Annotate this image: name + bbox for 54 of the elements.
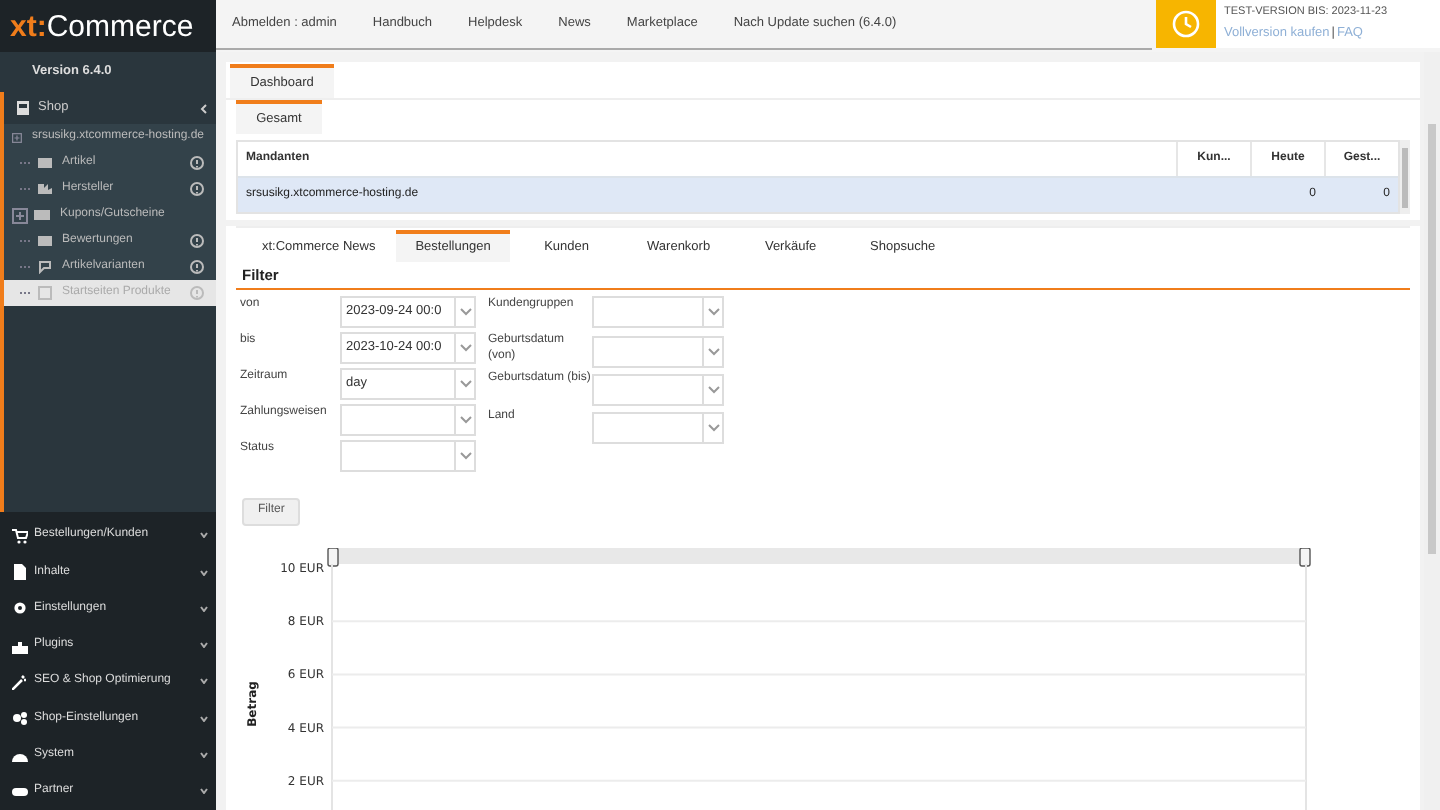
- chevron-down-icon: [200, 605, 208, 612]
- dropdown-field[interactable]: [592, 336, 704, 368]
- clock-icon: [1172, 10, 1200, 38]
- expand-icon[interactable]: [12, 207, 28, 223]
- chevron-down-icon: [200, 642, 208, 649]
- menu-item-icon: [12, 527, 28, 544]
- help-icon[interactable]: [190, 234, 204, 248]
- dropdown-button[interactable]: [456, 332, 476, 364]
- dropdown-button[interactable]: [704, 374, 724, 406]
- dropdown-button[interactable]: [704, 412, 724, 444]
- menu-item-icon: [12, 600, 28, 617]
- shop-icon: [16, 100, 30, 116]
- chevron-down-icon: [200, 678, 208, 685]
- menu-item-icon: [12, 673, 28, 690]
- chevron-down-icon: [200, 569, 208, 576]
- coupon-icon: [34, 208, 50, 222]
- dropdown-button[interactable]: [456, 296, 476, 328]
- dropdown-button[interactable]: [456, 368, 476, 400]
- chevron-down-icon: [707, 386, 719, 394]
- connector-line: [20, 162, 32, 164]
- menu-item-icon: [12, 637, 28, 654]
- expand-icon[interactable]: [12, 129, 22, 145]
- dropdown-field[interactable]: [592, 374, 704, 406]
- chevron-down-icon: [459, 416, 471, 424]
- logo: xt:Commerce: [0, 0, 216, 52]
- dropdown-button[interactable]: [456, 440, 476, 472]
- chevron-down-icon: [459, 380, 471, 388]
- chevron-down-icon: [707, 348, 719, 356]
- chevron-down-icon: [200, 752, 208, 759]
- dropdown-field[interactable]: [340, 404, 456, 436]
- help-icon[interactable]: [190, 156, 204, 170]
- chevron-down-icon: [200, 788, 208, 795]
- connector-line: [20, 188, 32, 190]
- chevron-down-icon: [200, 715, 208, 722]
- chevron-down-icon: [459, 452, 471, 460]
- dropdown-button[interactable]: [456, 404, 476, 436]
- chevron-down-icon: [200, 532, 208, 539]
- chevron-down-icon: [707, 308, 719, 316]
- range-selector[interactable]: [327, 548, 1311, 567]
- connector-line: [20, 266, 32, 268]
- dropdown-field[interactable]: [592, 296, 704, 328]
- dropdown-field[interactable]: [592, 412, 704, 444]
- dropdown-field[interactable]: [340, 440, 456, 472]
- chevron-down-icon: [459, 344, 471, 352]
- menu-item-icon: [12, 564, 28, 581]
- chevron-down-icon: [707, 424, 719, 432]
- help-icon[interactable]: [190, 182, 204, 196]
- connector-line: [20, 240, 32, 242]
- connector-line: [20, 292, 32, 294]
- help-icon[interactable]: [190, 260, 204, 274]
- chevron-down-icon: [459, 308, 471, 316]
- menu-item-icon: [12, 710, 28, 727]
- dropdown-button[interactable]: [704, 296, 724, 328]
- dropdown-button[interactable]: [704, 336, 724, 368]
